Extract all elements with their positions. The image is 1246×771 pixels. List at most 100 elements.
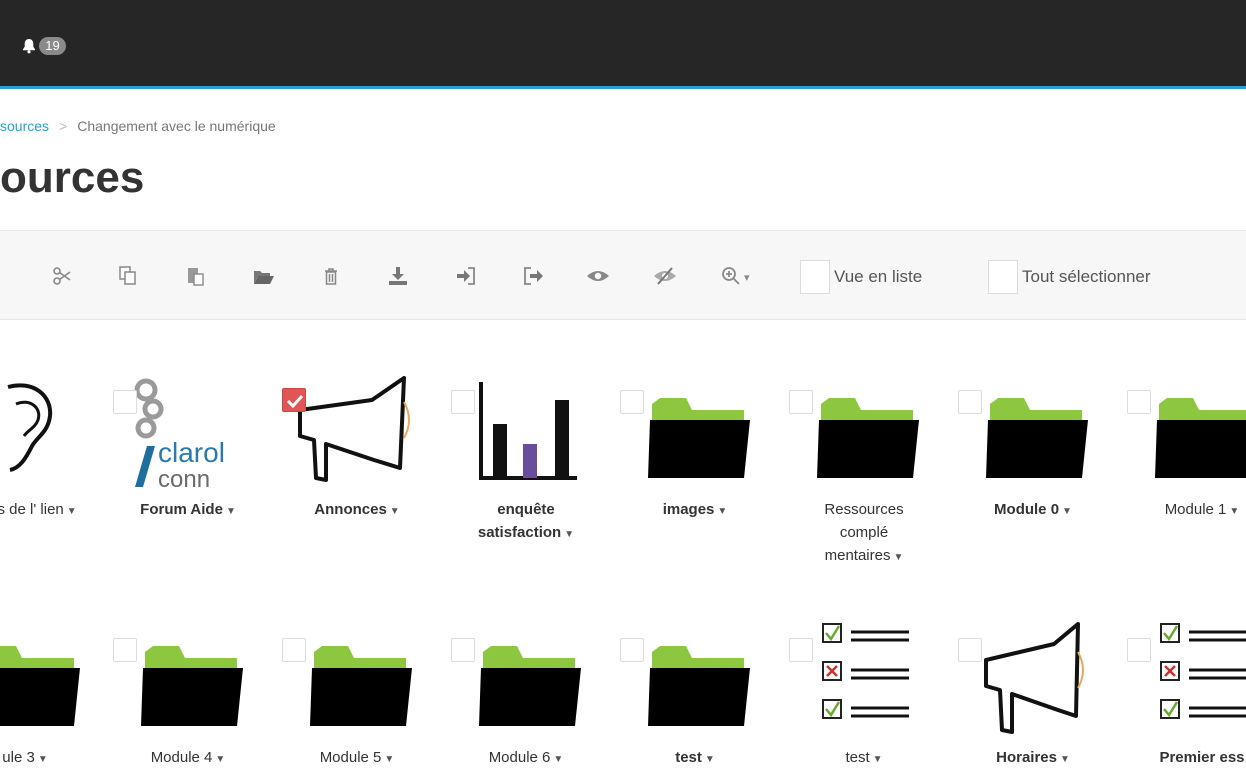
tile-checkbox[interactable] — [789, 390, 813, 414]
select-all-toggle[interactable]: Tout sélectionner — [988, 257, 1151, 297]
top-navbar: 19 — [0, 0, 1246, 89]
svg-text:conn: conn — [158, 466, 210, 487]
copy-icon — [115, 263, 141, 289]
chevron-down-icon[interactable]: ▼ — [390, 506, 400, 517]
resource-name[interactable]: Premier ess — [1127, 746, 1246, 769]
resource-name[interactable]: Module 5 ▼ — [282, 746, 432, 771]
resource-thumbnail[interactable] — [0, 620, 100, 735]
chevron-down-icon[interactable]: ▼ — [553, 754, 563, 765]
resource-thumbnail[interactable] — [282, 620, 432, 735]
chevron-down-icon[interactable]: ▼ — [384, 754, 394, 765]
select-all-checkbox[interactable] — [988, 260, 1018, 294]
notifications-button[interactable]: 19 — [22, 37, 66, 55]
resource-thumbnail[interactable] — [789, 620, 939, 735]
chevron-down-icon[interactable]: ▼ — [215, 754, 225, 765]
paste-button[interactable] — [183, 263, 209, 289]
delete-button[interactable] — [318, 263, 344, 289]
folder-icon — [0, 646, 80, 726]
resource-thumbnail[interactable]: clarol conn — [113, 372, 263, 487]
resource-thumbnail[interactable] — [1127, 372, 1246, 487]
copy-button[interactable] — [115, 263, 141, 289]
chevron-down-icon[interactable]: ▼ — [67, 506, 77, 517]
chevron-down-icon[interactable]: ▼ — [893, 552, 903, 563]
resource-name[interactable]: images ▼ — [620, 498, 770, 523]
tile-checkbox[interactable] — [958, 638, 982, 662]
tile-checkbox[interactable] — [451, 390, 475, 414]
resource-name[interactable]: Module 4 ▼ — [113, 746, 263, 771]
sign-out-icon — [520, 263, 546, 289]
tile-checkbox[interactable] — [113, 638, 137, 662]
sign-in-icon — [453, 263, 479, 289]
zoom-caret-icon[interactable]: ▾ — [744, 271, 750, 284]
zoom-in-icon — [718, 263, 744, 289]
folder-open-icon — [250, 263, 276, 289]
cut-button[interactable] — [50, 263, 76, 289]
resource-thumbnail[interactable] — [620, 372, 770, 487]
resource-thumbnail[interactable] — [113, 620, 263, 735]
resource-thumbnail[interactable] — [958, 372, 1108, 487]
resource-thumbnail[interactable] — [789, 372, 939, 487]
resource-name[interactable]: Forum Aide ▼ — [113, 498, 263, 523]
open-folder-button[interactable] — [250, 263, 276, 289]
zoom-button[interactable] — [718, 263, 744, 289]
resource-name[interactable]: Module 0 ▼ — [958, 498, 1108, 523]
select-all-label: Tout sélectionner — [1022, 267, 1151, 286]
page-title: ources — [0, 153, 145, 202]
tile-checkbox[interactable] — [620, 390, 644, 414]
check-icon — [286, 394, 304, 409]
chevron-down-icon[interactable]: ▼ — [705, 754, 715, 765]
resource-thumbnail[interactable] — [958, 620, 1108, 735]
resource-tile[interactable]: Premier ess — [1127, 620, 1246, 770]
tile-checkbox-checked[interactable] — [282, 388, 306, 412]
chevron-down-icon[interactable]: ▼ — [873, 754, 883, 765]
tile-checkbox[interactable] — [789, 638, 813, 662]
resource-name[interactable]: Horaires ▼ — [958, 746, 1108, 771]
chevron-down-icon[interactable]: ▼ — [1062, 506, 1072, 517]
tile-checkbox[interactable] — [282, 638, 306, 662]
resource-thumbnail[interactable] — [1127, 620, 1246, 735]
resource-thumbnail[interactable] — [282, 372, 432, 487]
resource-name[interactable]: Annonces ▼ — [282, 498, 432, 523]
eye-slash-icon — [652, 263, 678, 289]
breadcrumb-separator: > — [59, 118, 68, 134]
list-view-label: Vue en liste — [834, 267, 923, 286]
resource-thumbnail[interactable] — [451, 372, 601, 487]
resource-thumbnail[interactable] — [451, 620, 601, 735]
resource-thumbnail[interactable] — [0, 372, 100, 487]
publish-button[interactable] — [585, 263, 611, 289]
breadcrumb: sources > Changement avec le numérique — [0, 118, 276, 134]
resource-name[interactable]: test ▼ — [789, 746, 939, 771]
resource-name[interactable]: Module 6 ▼ — [451, 746, 601, 771]
tile-checkbox[interactable] — [113, 390, 137, 414]
list-view-checkbox[interactable] — [800, 260, 830, 294]
resource-toolbar: ▾ Vue en liste Tout sélectionner — [0, 230, 1246, 320]
unpublish-button[interactable] — [652, 263, 678, 289]
breadcrumb-link-resources[interactable]: sources — [0, 118, 49, 134]
export-button[interactable] — [520, 263, 546, 289]
chevron-down-icon[interactable]: ▼ — [226, 506, 236, 517]
trash-icon — [318, 263, 344, 289]
chevron-down-icon[interactable]: ▼ — [1060, 754, 1070, 765]
chevron-down-icon[interactable]: ▼ — [1229, 506, 1239, 517]
download-button[interactable] — [385, 263, 411, 289]
breadcrumb-current: Changement avec le numérique — [77, 118, 276, 134]
resource-name[interactable]: enquête satisfaction ▼ — [451, 498, 601, 546]
resource-name[interactable]: ases de l' lien▼ — [0, 498, 100, 523]
chevron-down-icon[interactable]: ▼ — [717, 506, 727, 517]
chevron-down-icon[interactable]: ▼ — [38, 754, 48, 765]
tile-checkbox[interactable] — [620, 638, 644, 662]
resource-name[interactable]: test ▼ — [620, 746, 770, 771]
tile-checkbox[interactable] — [451, 638, 475, 662]
resource-thumbnail[interactable] — [620, 620, 770, 735]
resource-name[interactable]: Ressources complé mentaires ▼ — [789, 498, 939, 569]
eye-icon — [585, 263, 611, 289]
resource-tile[interactable]: Module 1 ▼ — [1127, 372, 1246, 522]
import-button[interactable] — [453, 263, 479, 289]
resource-name[interactable]: ule 3 ▼ — [0, 746, 100, 771]
tile-checkbox[interactable] — [1127, 390, 1151, 414]
tile-checkbox[interactable] — [1127, 638, 1151, 662]
resource-name[interactable]: Module 1 ▼ — [1127, 498, 1246, 522]
tile-checkbox[interactable] — [958, 390, 982, 414]
chevron-down-icon[interactable]: ▼ — [564, 529, 574, 540]
list-view-toggle[interactable]: Vue en liste — [800, 257, 922, 297]
